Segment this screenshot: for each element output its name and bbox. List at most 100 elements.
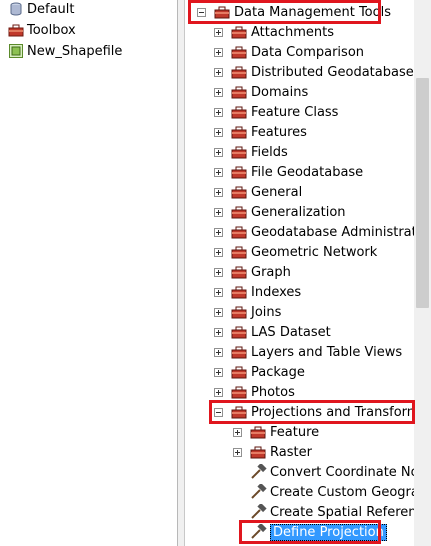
left-tree-item-new-shapefile[interactable]: New_Shapefile [8, 42, 122, 60]
tree-node-feature[interactable]: Feature [233, 422, 319, 442]
tree-node-label: Domains [251, 84, 309, 100]
tree-node-label: File Geodatabase [251, 164, 364, 180]
expand-icon[interactable] [214, 127, 223, 137]
tree-node-toolset[interactable]: Domains [214, 82, 308, 102]
tree-node-label: Joins [251, 304, 282, 320]
toolset-icon [249, 424, 267, 440]
tree-node-toolset[interactable]: General [214, 182, 302, 202]
tree-node-toolset[interactable]: Attachments [214, 22, 334, 42]
expand-icon[interactable] [214, 147, 223, 157]
toolset-icon [230, 44, 248, 60]
tree-node-label: Feature [270, 424, 320, 440]
tree-node-toolset[interactable]: Data Comparison [214, 42, 364, 62]
toolbox-icon [8, 22, 24, 38]
expand-icon[interactable] [214, 187, 223, 197]
toolset-icon [230, 324, 248, 340]
tree-node-toolset[interactable]: File Geodatabase [214, 162, 363, 182]
vertical-scrollbar[interactable] [414, 0, 431, 546]
collapse-icon[interactable] [214, 407, 223, 417]
tree-node-projections-and-transformations[interactable]: Projections and Transforma [214, 402, 427, 422]
expand-icon[interactable] [214, 247, 223, 257]
database-icon [8, 1, 24, 17]
tree-node-label: Features [251, 124, 307, 140]
toolset-icon [230, 344, 248, 360]
tree-node-label: Distributed Geodatabase [251, 64, 414, 80]
expand-icon[interactable] [214, 327, 223, 337]
expand-icon[interactable] [214, 387, 223, 397]
tree-node-label: Graph [251, 264, 291, 280]
pane-splitter[interactable] [178, 0, 185, 546]
tree-node-toolset[interactable]: Indexes [214, 282, 301, 302]
shapefile-icon [8, 43, 24, 59]
toolset-icon [230, 184, 248, 200]
tree-node-toolset[interactable]: Fields [214, 142, 288, 162]
catalog-left-pane: Default Toolbox New_Shapefile [0, 0, 178, 546]
tool-convert-coordinate-notation[interactable]: Convert Coordinate Not [249, 462, 424, 482]
toolset-icon [230, 264, 248, 280]
expand-icon[interactable] [214, 47, 223, 57]
left-tree-item-toolbox[interactable]: Toolbox [8, 21, 76, 39]
toolbox-icon [213, 4, 231, 20]
tree-node-toolset[interactable]: Geometric Network [214, 242, 377, 262]
toolset-icon [230, 364, 248, 380]
expand-icon[interactable] [214, 227, 223, 237]
expand-icon[interactable] [214, 27, 223, 37]
tree-node-toolset[interactable]: Package [214, 362, 305, 382]
toolset-icon [230, 384, 248, 400]
expand-icon[interactable] [214, 67, 223, 77]
tree-node-label: Projections and Transforma [251, 404, 428, 420]
left-tree-item-default[interactable]: Default [8, 0, 75, 18]
tool-create-custom-geographic-transformation[interactable]: Create Custom Geograp [249, 482, 427, 502]
tree-node-toolset[interactable]: Graph [214, 262, 291, 282]
expand-icon[interactable] [214, 307, 223, 317]
tree-node-label: Fields [251, 144, 288, 160]
expand-icon[interactable] [214, 367, 223, 377]
collapse-icon[interactable] [197, 7, 206, 17]
tree-node-label-selected: Define Projection [270, 523, 387, 541]
tree-node-toolset[interactable]: Generalization [214, 202, 346, 222]
tree-node-toolset[interactable]: Features [214, 122, 307, 142]
tree-node-toolset[interactable]: Joins [214, 302, 281, 322]
tree-node-toolset[interactable]: Distributed Geodatabase [214, 62, 414, 82]
tree-node-toolset[interactable]: Photos [214, 382, 295, 402]
hammer-icon [249, 522, 267, 540]
expand-icon[interactable] [233, 447, 242, 457]
toolset-icon [230, 244, 248, 260]
toolset-icon [230, 84, 248, 100]
tree-node-toolset[interactable]: Layers and Table Views [214, 342, 402, 362]
toolset-icon [230, 304, 248, 320]
tree-node-toolset[interactable]: Geodatabase Administratio [214, 222, 428, 242]
tree-node-label: Raster [270, 444, 312, 460]
expand-icon[interactable] [214, 287, 223, 297]
tool-define-projection[interactable]: Define Projection [249, 522, 387, 542]
expand-icon[interactable] [214, 87, 223, 97]
hammer-icon [249, 462, 267, 480]
toolset-icon [230, 24, 248, 40]
expand-icon[interactable] [214, 267, 223, 277]
expand-icon[interactable] [214, 347, 223, 357]
expand-icon[interactable] [214, 207, 223, 217]
expand-icon[interactable] [214, 107, 223, 117]
tree-node-label: Feature Class [251, 104, 339, 120]
hammer-icon [249, 502, 267, 520]
tree-node-label: Attachments [251, 24, 334, 40]
tree-node-toolset[interactable]: LAS Dataset [214, 322, 331, 342]
tool-create-spatial-reference[interactable]: Create Spatial Reference [249, 502, 431, 522]
catalog-right-pane: Data Management Tools Attachments Data Co… [185, 0, 431, 546]
tree-node-label: Create Custom Geograp [270, 484, 428, 500]
tree-node-label: Generalization [251, 204, 346, 220]
toolset-icon [230, 64, 248, 80]
tree-node-toolset[interactable]: Feature Class [214, 102, 338, 122]
tree-node-label: Photos [251, 384, 295, 400]
expand-icon[interactable] [214, 167, 223, 177]
toolset-icon [249, 444, 267, 460]
toolset-icon [230, 284, 248, 300]
expand-icon[interactable] [233, 427, 242, 437]
tree-node-raster[interactable]: Raster [233, 442, 312, 462]
tree-node-label: LAS Dataset [251, 324, 331, 340]
left-tree-label: New_Shapefile [27, 43, 123, 59]
tree-node-label: Create Spatial Reference [270, 504, 431, 520]
tree-node-data-management-tools[interactable]: Data Management Tools [197, 2, 391, 22]
scrollbar-thumb[interactable] [416, 78, 429, 308]
toolset-icon [230, 404, 248, 420]
